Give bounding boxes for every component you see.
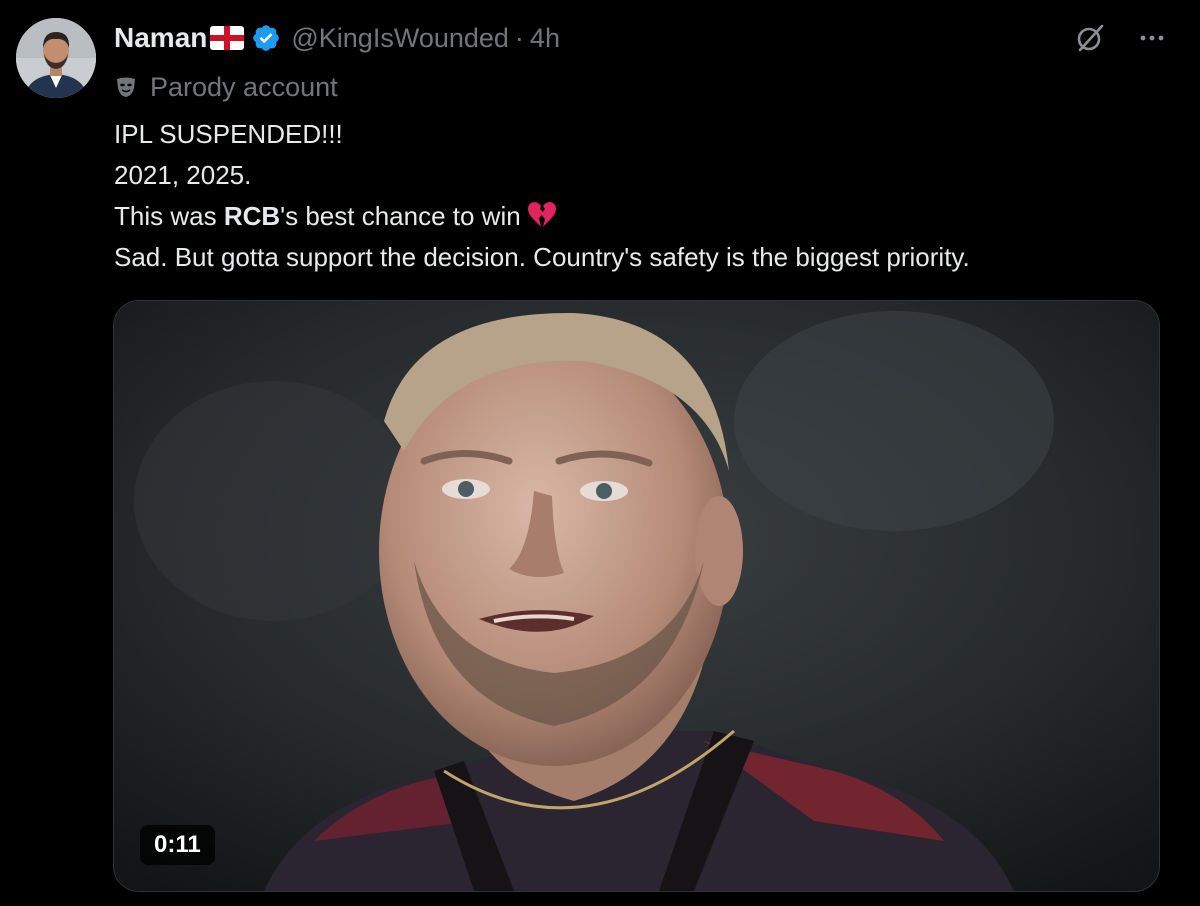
verified-badge-icon[interactable] <box>251 23 281 53</box>
tweet-top-actions <box>1072 20 1170 56</box>
tweet-line-2: 2021, 2025. <box>114 160 252 190</box>
tweet-text: IPL SUSPENDED!!! 2021, 2025. This was RC… <box>114 114 1174 278</box>
broken-heart-icon <box>525 198 559 232</box>
tweet-video[interactable]: 0:11 <box>113 300 1160 892</box>
tweet-line-3-suffix: 's best chance to win <box>280 201 521 231</box>
more-icon[interactable] <box>1134 20 1170 56</box>
tweet-line-3-prefix: This was <box>114 201 224 231</box>
tweet-timestamp[interactable]: 4h <box>530 23 560 54</box>
author-avatar[interactable] <box>16 18 96 98</box>
display-name[interactable]: Naman <box>114 22 207 54</box>
tweet-line-1: IPL SUSPENDED!!! <box>114 119 343 149</box>
tweet-header: Naman @KingIsWounded · 4h <box>114 18 560 58</box>
parody-mask-icon <box>114 75 138 99</box>
video-duration-badge: 0:11 <box>140 825 215 865</box>
tweet[interactable]: Naman @KingIsWounded · 4h Parody account… <box>0 0 1200 906</box>
england-flag-icon <box>209 25 245 51</box>
grok-icon[interactable] <box>1072 20 1108 56</box>
tweet-bold-rcb: RCB <box>223 201 281 231</box>
separator-dot: · <box>514 22 524 53</box>
tweet-line-3: This was RCB's best chance to win <box>114 196 1174 237</box>
author-handle[interactable]: @KingIsWounded <box>291 23 509 54</box>
parody-label: Parody account <box>114 70 338 104</box>
parody-account-text: Parody account <box>150 71 338 102</box>
tweet-line-4: Sad. But gotta support the decision. Cou… <box>114 242 970 272</box>
